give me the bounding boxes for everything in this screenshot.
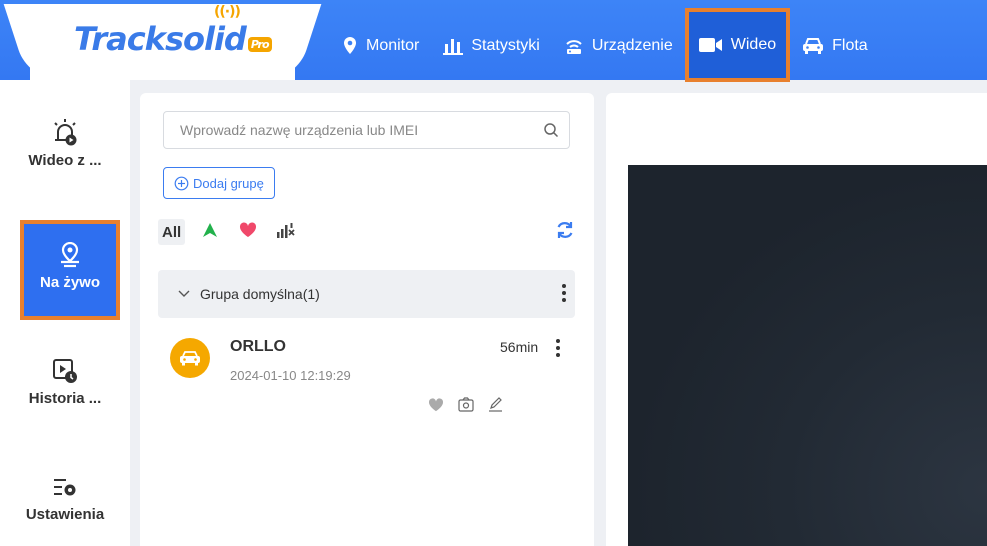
filter-favorite[interactable] <box>235 219 261 245</box>
location-pin-icon <box>342 36 358 56</box>
left-sidebar: Wideo z ... Na żywo Historia ... Ustawie… <box>0 80 130 546</box>
device-name: ORLLO <box>230 338 286 355</box>
nav-urzadzenie-label: Urządzenie <box>591 37 673 54</box>
router-icon <box>564 36 584 56</box>
more-vertical-icon[interactable] <box>561 282 567 307</box>
device-list-item[interactable]: ORLLO 2024-01-10 12:19:29 56min <box>170 335 580 415</box>
video-history-icon <box>0 358 130 384</box>
video-player[interactable] <box>628 165 987 546</box>
nav-monitor-label: Monitor <box>366 37 420 54</box>
nav-urzadzenie[interactable]: Urządzenie <box>552 14 685 78</box>
sidebar-item-live[interactable]: Na żywo <box>20 220 120 320</box>
main-nav: Monitor Statystyki Urządzenie Wideo Flot… <box>330 8 880 82</box>
device-duration: 56min <box>500 339 539 355</box>
sidebar-item-label: Wideo z ... <box>28 152 102 169</box>
car-avatar-icon <box>170 338 210 378</box>
sidebar-item-history[interactable]: Historia ... <box>0 358 130 407</box>
device-group-row[interactable]: Grupa domyślna(1) <box>158 270 575 318</box>
nav-statystyki-label: Statystyki <box>471 37 540 54</box>
sidebar-item-label: Ustawienia <box>25 506 105 523</box>
car-icon <box>802 37 824 55</box>
device-list-panel: Dodaj grupę All Grupa domyślna(1) <box>140 93 594 546</box>
status-filters: All <box>158 219 311 245</box>
camera-icon[interactable] <box>458 397 474 412</box>
filter-moving[interactable] <box>197 219 223 245</box>
search-icon[interactable] <box>533 122 569 138</box>
device-datetime: 2024-01-10 12:19:29 <box>230 368 351 383</box>
video-camera-icon <box>698 37 723 53</box>
settings-list-icon <box>0 476 130 500</box>
add-group-label: Dodaj grupę <box>193 175 264 191</box>
device-search <box>163 111 570 149</box>
group-name: Grupa domyślna(1) <box>200 286 320 302</box>
no-signal-icon <box>276 222 296 243</box>
tracksolid-logo[interactable]: Tracksolid Pro ((·)) <box>74 4 272 58</box>
signal-waves-icon: ((·)) <box>214 4 241 20</box>
video-panel <box>606 93 987 546</box>
bar-chart-icon <box>443 37 464 55</box>
sidebar-item-label: Historia ... <box>28 390 102 407</box>
refresh-button[interactable] <box>552 219 578 245</box>
heart-icon <box>239 221 257 243</box>
logo-pro-badge: Pro <box>247 37 272 52</box>
filter-offline[interactable] <box>273 219 299 245</box>
filter-all[interactable]: All <box>158 219 186 245</box>
nav-monitor[interactable]: Monitor <box>330 14 431 78</box>
arrow-up-icon <box>202 222 218 243</box>
plus-circle-icon <box>174 176 189 191</box>
add-group-button[interactable]: Dodaj grupę <box>163 167 275 199</box>
device-actions <box>428 397 517 412</box>
nav-wideo-label: Wideo <box>730 36 777 53</box>
chevron-down-icon <box>178 290 190 298</box>
nav-wideo[interactable]: Wideo <box>684 8 791 82</box>
more-vertical-icon[interactable] <box>555 337 561 364</box>
live-location-icon <box>24 242 116 268</box>
refresh-icon <box>555 220 575 245</box>
top-navigation-bar: Tracksolid Pro ((·)) Monitor Statystyki U… <box>0 0 987 82</box>
nav-statystyki[interactable]: Statystyki <box>431 14 551 78</box>
sidebar-item-settings[interactable]: Ustawienia <box>0 476 130 523</box>
sidebar-item-alarm-video[interactable]: Wideo z ... <box>0 118 130 169</box>
nav-flota[interactable]: Flota <box>790 14 880 78</box>
heart-icon[interactable] <box>428 397 444 412</box>
alarm-video-icon <box>0 118 130 146</box>
logo-text: Tracksolid <box>74 20 247 58</box>
edit-icon[interactable] <box>488 397 503 412</box>
search-input[interactable] <box>180 122 533 138</box>
sidebar-item-label: Na żywo <box>39 274 100 291</box>
nav-flota-label: Flota <box>832 37 868 54</box>
